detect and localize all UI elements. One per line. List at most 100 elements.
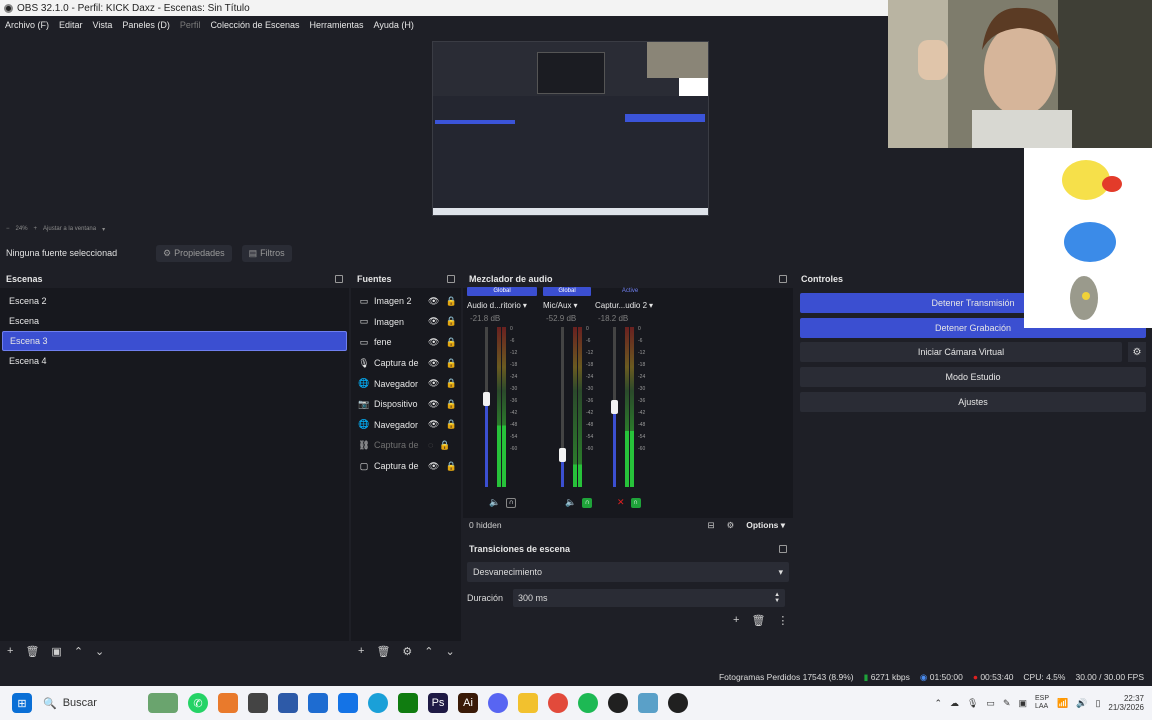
lock-icon[interactable]: 🔒	[445, 419, 456, 430]
layout-icon[interactable]: ⊟	[708, 520, 715, 531]
undock-icon[interactable]	[335, 275, 343, 283]
lock-icon[interactable]: 🔒	[445, 337, 456, 348]
battery-icon[interactable]: ▯	[1095, 698, 1100, 709]
widgets-icon[interactable]	[148, 693, 178, 713]
edge-icon[interactable]	[368, 693, 388, 713]
mute-icon[interactable]: ✕	[617, 497, 625, 508]
source-item[interactable]: ▭ fene 👁 🔒	[351, 332, 461, 353]
channel-name[interactable]: Mic/Aux ▾	[543, 299, 591, 311]
app-icon[interactable]	[248, 693, 268, 713]
eye-icon[interactable]: 👁	[428, 399, 439, 410]
volume-fader-track[interactable]	[485, 327, 488, 487]
undock-icon[interactable]	[447, 275, 455, 283]
virtual-camera-settings-gear-icon[interactable]: ⚙	[1128, 342, 1146, 362]
duration-spinbox[interactable]: 300 ms ▲ ▼	[513, 589, 786, 607]
trash-icon[interactable]: 🗑	[376, 645, 390, 658]
scene-filters-icon[interactable]: ▣	[51, 645, 61, 658]
speaker-icon[interactable]: 🔈	[489, 497, 500, 508]
settings-button[interactable]: Ajustes	[800, 392, 1146, 412]
menu-paneles[interactable]: Paneles (D)	[122, 20, 170, 30]
source-item[interactable]: 📷 Dispositivo 👁 🔒	[351, 394, 461, 415]
scene-item[interactable]: Escena 4	[2, 351, 347, 371]
source-item[interactable]: ▢ Captura de 👁 🔒	[351, 456, 461, 477]
channel-name[interactable]: Audio d...ritorio ▾	[467, 299, 537, 311]
channel-name[interactable]: Captur...udio 2 ▾	[595, 299, 665, 311]
volume-fader-knob[interactable]	[483, 392, 490, 406]
source-item-hidden[interactable]: ⛓ Captura de ◌ 🔒	[351, 435, 461, 456]
zoom-in-button[interactable]: +	[34, 226, 38, 232]
lock-icon[interactable]: 🔒	[445, 378, 456, 389]
options-button[interactable]: Options ▾	[746, 520, 785, 531]
menu-vista[interactable]: Vista	[93, 20, 113, 30]
menu-perfil[interactable]: Perfil	[180, 20, 201, 30]
app2-icon[interactable]	[638, 693, 658, 713]
studio-mode-button[interactable]: Modo Estudio	[800, 367, 1146, 387]
illustrator-icon[interactable]: Ai	[458, 693, 478, 713]
undock-icon[interactable]	[779, 275, 787, 283]
language-indicator[interactable]: ESP LAA	[1035, 695, 1049, 711]
spinner-arrows-icon[interactable]: ▲ ▼	[774, 592, 780, 604]
menu-editar[interactable]: Editar	[59, 20, 83, 30]
preview-canvas[interactable]	[432, 41, 709, 216]
lock-icon[interactable]: 🔒	[445, 399, 456, 410]
headphones-icon[interactable]: ∩	[506, 497, 517, 508]
folder-icon[interactable]	[518, 693, 538, 713]
gear-icon[interactable]: ⚙	[402, 645, 412, 658]
discord-icon[interactable]	[488, 693, 508, 713]
chrome-icon[interactable]	[548, 693, 568, 713]
undock-icon[interactable]	[779, 545, 787, 553]
source-item[interactable]: ▭ Imagen 👁 🔒	[351, 312, 461, 333]
menu-ayuda[interactable]: Ayuda (H)	[374, 20, 414, 30]
more-vertical-icon[interactable]: ⋮	[777, 614, 788, 627]
cloud-icon[interactable]: ☁	[950, 698, 959, 709]
windows-start-icon[interactable]: ⊞	[12, 693, 32, 713]
pen-icon[interactable]: ✎	[1003, 698, 1011, 709]
store-icon[interactable]	[308, 693, 328, 713]
volume-fader-track[interactable]	[561, 327, 564, 487]
notepad-icon[interactable]	[338, 693, 358, 713]
clock[interactable]: 22:37 21/3/2026	[1108, 694, 1144, 712]
headphones-icon[interactable]: ∩	[630, 497, 641, 508]
eye-icon[interactable]: 👁	[428, 461, 439, 472]
add-source-icon[interactable]: +	[358, 645, 364, 657]
volume-icon[interactable]: 🔊	[1076, 698, 1087, 709]
eye-icon[interactable]: 👁	[428, 337, 439, 348]
source-item[interactable]: ▭ Imagen 2 👁 🔒	[351, 291, 461, 312]
transition-select[interactable]: Desvanecimiento ▾	[467, 562, 789, 582]
volume-fader-knob[interactable]	[611, 400, 618, 414]
trash-icon[interactable]: 🗑	[751, 614, 765, 627]
volume-fader-knob[interactable]	[559, 448, 566, 462]
eye-icon[interactable]: 👁	[428, 419, 439, 430]
photoshop-icon[interactable]: Ps	[428, 693, 448, 713]
copilot-icon[interactable]	[218, 693, 238, 713]
filters-button[interactable]: ▤ Filtros	[241, 244, 292, 262]
scene-item[interactable]: Escena	[2, 311, 347, 331]
source-item[interactable]: 🎙 Captura de 👁 🔒	[351, 353, 461, 374]
zoom-fit[interactable]: Ajustar a la ventana	[43, 226, 96, 232]
eye-hidden-icon[interactable]: ◌	[428, 440, 433, 450]
lock-icon[interactable]: 🔒	[445, 461, 456, 472]
properties-button[interactable]: ⚙ Propiedades	[156, 244, 232, 262]
menu-coleccion-escenas[interactable]: Colección de Escenas	[210, 20, 299, 30]
spotify-icon[interactable]	[578, 693, 598, 713]
wifi-icon[interactable]: 📶	[1057, 698, 1068, 709]
eye-icon[interactable]: 👁	[428, 358, 439, 369]
eye-icon[interactable]: 👁	[428, 296, 439, 307]
calculator-icon[interactable]	[278, 693, 298, 713]
window-icon[interactable]: ▣	[1018, 698, 1027, 709]
scene-item[interactable]: Escena 2	[2, 291, 347, 311]
start-virtual-camera-button[interactable]: Iniciar Cámara Virtual	[800, 342, 1122, 362]
zoom-out-button[interactable]: −	[6, 226, 10, 232]
source-item[interactable]: 🌐 Navegador 👁 🔒	[351, 415, 461, 436]
lock-icon[interactable]: 🔒	[445, 296, 456, 307]
arrow-up-icon[interactable]: ⌃	[424, 645, 433, 658]
obs-taskbar-icon[interactable]	[608, 693, 628, 713]
eye-icon[interactable]: 👁	[428, 378, 439, 389]
lock-icon[interactable]: 🔒	[445, 316, 456, 327]
arrow-up-icon[interactable]: ⌃	[74, 645, 83, 658]
arrow-down-icon[interactable]: ⌄	[446, 645, 455, 658]
mic-tray-icon[interactable]: 🎙	[967, 698, 978, 709]
obs-recording-icon[interactable]	[668, 693, 688, 713]
menu-herramientas[interactable]: Herramientas	[310, 20, 364, 30]
arrow-down-icon[interactable]: ⌄	[95, 645, 104, 658]
